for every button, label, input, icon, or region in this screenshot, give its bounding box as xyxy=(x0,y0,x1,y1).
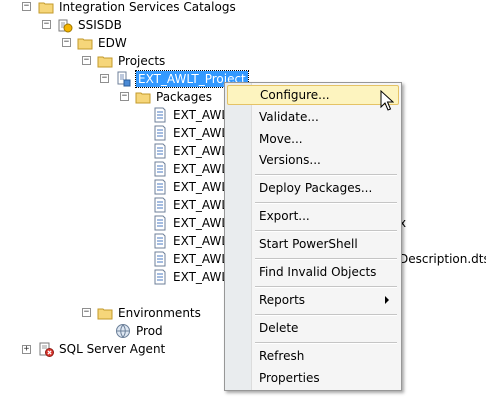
menu-separator xyxy=(255,342,397,344)
tree-node-label: EXT_AWL xyxy=(173,162,229,176)
folder-icon xyxy=(97,308,113,320)
menu-item-delete[interactable]: Delete xyxy=(227,318,399,338)
collapse-toggle[interactable]: − xyxy=(22,2,31,11)
menu-item-validate[interactable]: Validate... xyxy=(227,107,399,127)
collapse-toggle[interactable]: − xyxy=(100,74,109,83)
menu-item-find-invalid-objects[interactable]: Find Invalid Objects xyxy=(227,262,399,282)
package-icon xyxy=(154,161,166,177)
tree-node-package[interactable]: EXT_AWL xyxy=(152,142,228,160)
menu-item-reports[interactable]: Reports xyxy=(227,290,399,310)
tree-node-package[interactable]: EXT_AWL xyxy=(152,250,228,268)
tree-node-projects[interactable]: Projects xyxy=(97,52,165,70)
package-icon xyxy=(154,269,166,285)
tree-node-label: EXT_AWL xyxy=(173,180,229,194)
package-icon xyxy=(154,215,166,231)
folder-icon xyxy=(135,92,151,104)
package-icon xyxy=(154,233,166,249)
tree-node-label: SSISDB xyxy=(78,18,122,32)
menu-separator xyxy=(255,202,397,204)
menu-item-start-powershell[interactable]: Start PowerShell xyxy=(227,234,399,254)
tree-node-label: EXT_AWL xyxy=(173,216,229,230)
tree-node-label: Integration Services Catalogs xyxy=(59,0,236,14)
tree-node-package[interactable]: EXT_AWL xyxy=(152,214,228,232)
tree-node-package[interactable]: EXT_AWL xyxy=(152,160,228,178)
tree-node-packages[interactable]: Packages xyxy=(135,88,212,106)
folder-icon xyxy=(97,56,113,68)
tree-node-label: EXT_AWL xyxy=(173,234,229,248)
tree-node-package[interactable]: EXT_AWL xyxy=(152,232,228,250)
collapse-toggle[interactable]: − xyxy=(82,308,91,317)
menu-item-properties[interactable]: Properties xyxy=(227,368,399,388)
environment-icon xyxy=(116,324,130,338)
package-icon xyxy=(154,179,166,195)
tree-node-label: Environments xyxy=(118,306,201,320)
project-icon xyxy=(117,71,131,87)
menu-item-refresh[interactable]: Refresh xyxy=(227,346,399,366)
tree-node-label: Prod xyxy=(136,324,163,338)
tree-node-package[interactable]: EXT_AWL xyxy=(152,178,228,196)
tree-node-package[interactable]: EXT_AWL xyxy=(152,124,228,142)
menu-item-move[interactable]: Move... xyxy=(227,129,399,149)
package-icon xyxy=(154,197,166,213)
ssisdb-icon xyxy=(58,19,73,33)
folder-icon xyxy=(77,38,93,50)
folder-icon xyxy=(38,2,54,14)
menu-item-export[interactable]: Export... xyxy=(227,206,399,226)
menu-item-deploy-packages[interactable]: Deploy Packages... xyxy=(227,178,399,198)
package-icon xyxy=(154,125,166,141)
menu-item-versions[interactable]: Versions... xyxy=(227,150,399,170)
menu-separator xyxy=(255,174,397,176)
expand-toggle[interactable]: + xyxy=(22,345,31,354)
tree-node-label: EXT_AWL xyxy=(173,270,229,284)
menu-item-configure[interactable]: Configure... xyxy=(227,85,399,105)
tree-node-label: EXT_AWL xyxy=(173,144,229,158)
collapse-toggle[interactable]: − xyxy=(42,20,51,29)
menu-separator xyxy=(255,230,397,232)
menu-separator xyxy=(255,258,397,260)
mouse-pointer-icon xyxy=(380,90,394,111)
tree-node-label: EXT_AWL xyxy=(173,198,229,212)
tree-node-ssisdb[interactable]: SSISDB xyxy=(57,16,122,34)
tree-node-label: SQL Server Agent xyxy=(59,342,166,356)
tree-node-edw[interactable]: EDW xyxy=(77,34,127,52)
tree-node-package[interactable]: EXT_AWL xyxy=(152,268,228,286)
tree-node-label: Projects xyxy=(118,54,166,68)
tree-node-label: EDW xyxy=(98,36,127,50)
submenu-arrow-icon xyxy=(385,296,389,304)
tree-node-label: EXT_AWL xyxy=(173,126,229,140)
tree-node-environments[interactable]: Environments xyxy=(97,304,201,322)
tree-node-prod[interactable]: Prod xyxy=(115,322,163,340)
sql-agent-icon xyxy=(39,342,54,357)
context-menu: Configure... Validate... Move... Version… xyxy=(224,82,402,391)
package-icon xyxy=(154,143,166,159)
collapse-toggle[interactable]: − xyxy=(62,38,71,47)
partial-package-name: Description.dtsx xyxy=(399,252,486,266)
tree-node-package[interactable]: EXT_AWL xyxy=(152,196,228,214)
tree-node-package[interactable]: EXT_AWL xyxy=(152,106,228,124)
tree-node-integration-services-catalogs[interactable]: Integration Services Catalogs xyxy=(38,0,236,16)
tree-node-sql-server-agent[interactable]: SQL Server Agent xyxy=(38,340,165,358)
collapse-toggle[interactable]: − xyxy=(82,56,91,65)
menu-separator xyxy=(255,314,397,316)
tree-node-label: EXT_AWL xyxy=(173,252,229,266)
tree-node-label: Packages xyxy=(156,90,212,104)
package-icon xyxy=(154,251,166,267)
package-icon xyxy=(154,107,166,123)
tree-node-label: EXT_AWL xyxy=(173,108,229,122)
collapse-toggle[interactable]: − xyxy=(120,92,129,101)
menu-separator xyxy=(255,286,397,288)
